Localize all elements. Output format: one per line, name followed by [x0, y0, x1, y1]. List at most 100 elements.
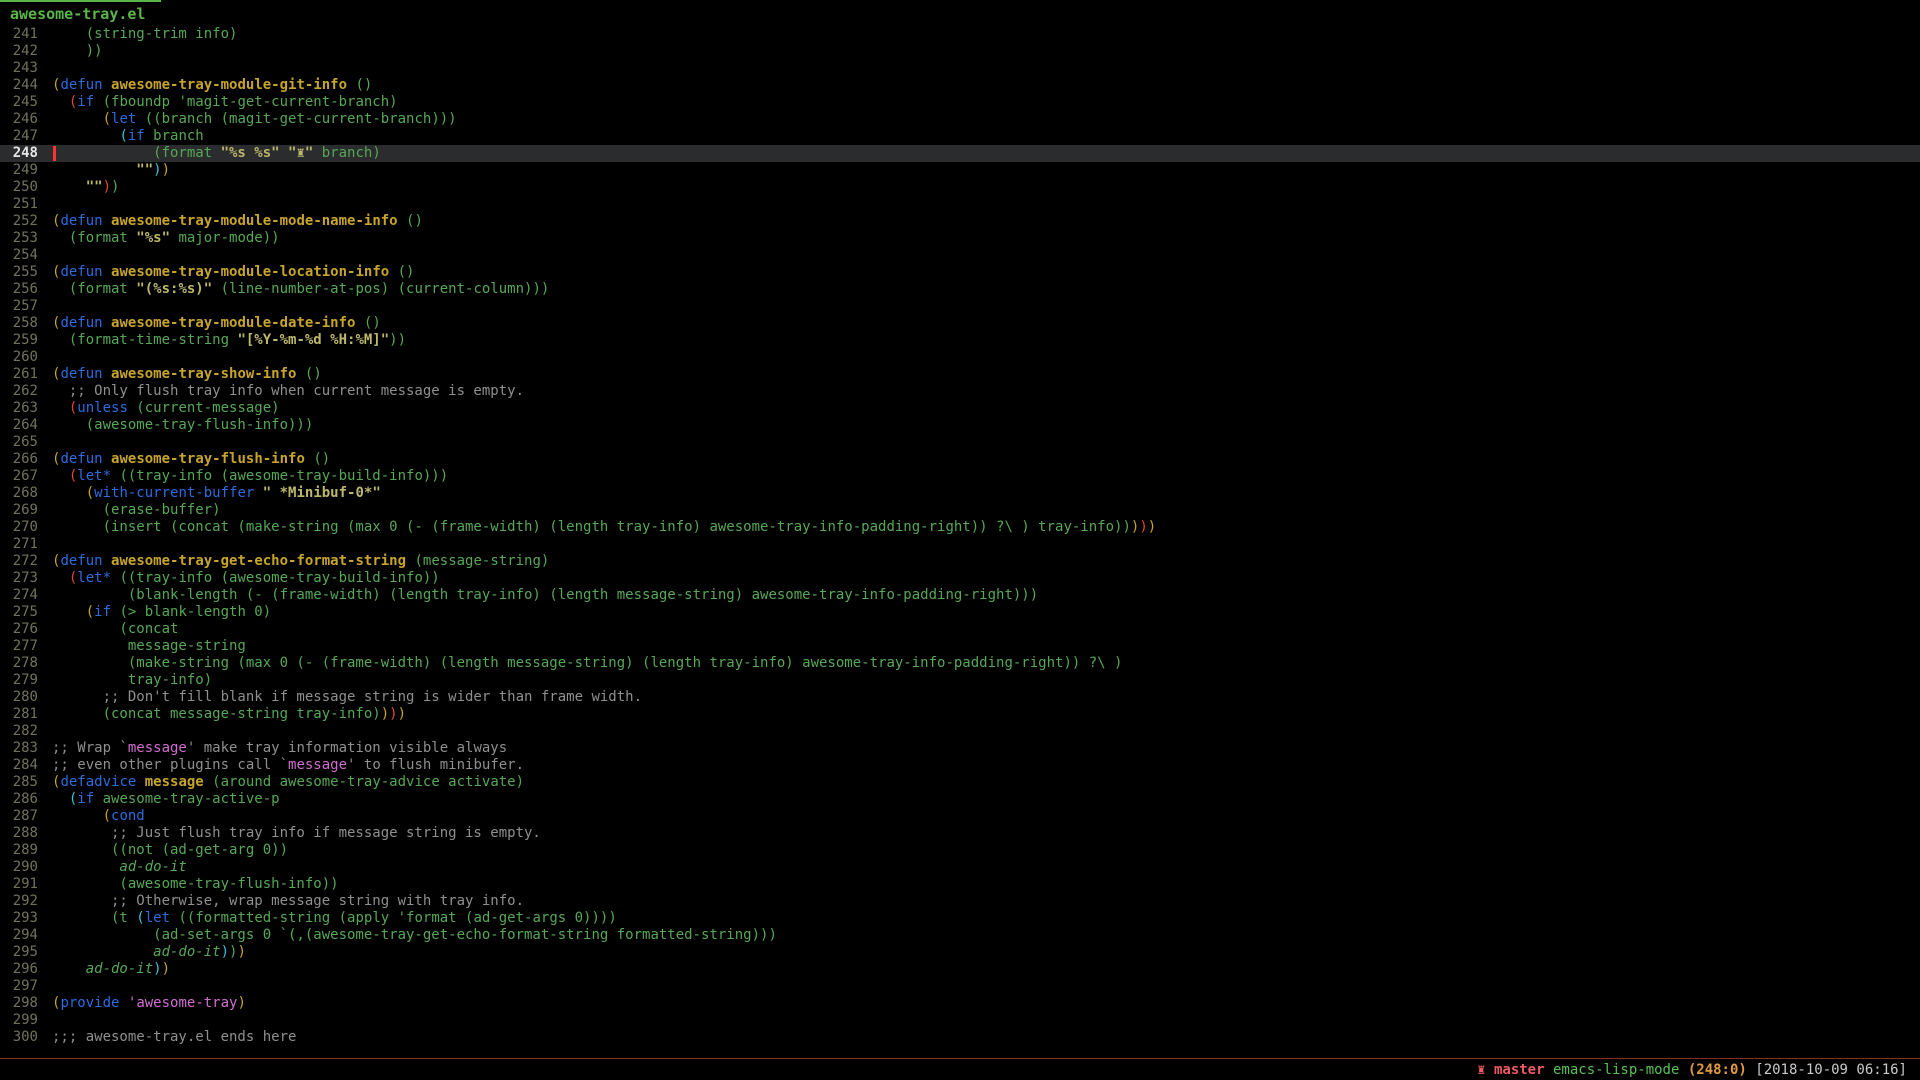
code-line[interactable]: 298(provide 'awesome-tray) [0, 995, 1920, 1012]
code-line[interactable]: 294 (ad-set-args 0 `(,(awesome-tray-get-… [0, 927, 1920, 944]
code-line[interactable]: 253 (format "%s" major-mode)) [0, 230, 1920, 247]
code-line[interactable]: 247 (if branch [0, 128, 1920, 145]
code-line[interactable]: 288 ;; Just flush tray info if message s… [0, 825, 1920, 842]
line-number: 248 [0, 145, 52, 162]
code-line[interactable]: 273 (let* ((tray-info (awesome-tray-buil… [0, 570, 1920, 587]
line-number: 246 [0, 111, 52, 128]
line-number: 244 [0, 77, 52, 94]
code-line[interactable]: 251 [0, 196, 1920, 213]
line-number: 250 [0, 179, 52, 196]
line-number: 297 [0, 978, 52, 995]
line-number: 247 [0, 128, 52, 145]
code-line[interactable]: 259 (format-time-string "[%Y-%m-%d %H:%M… [0, 332, 1920, 349]
code-line[interactable]: 249 "")) [0, 162, 1920, 179]
code-line[interactable]: 255(defun awesome-tray-module-location-i… [0, 264, 1920, 281]
line-number: 264 [0, 417, 52, 434]
code-line[interactable]: 260 [0, 349, 1920, 366]
code-text: (unless (current-message) [52, 400, 280, 417]
line-number: 267 [0, 468, 52, 485]
line-number: 277 [0, 638, 52, 655]
code-line[interactable]: 296 ad-do-it)) [0, 961, 1920, 978]
code-line[interactable]: 243 [0, 60, 1920, 77]
code-text: ad-do-it))) [52, 944, 246, 961]
code-line[interactable]: 275 (if (> blank-length 0) [0, 604, 1920, 621]
code-text: (ad-set-args 0 `(,(awesome-tray-get-echo… [52, 927, 777, 944]
code-text: (defun awesome-tray-show-info () [52, 366, 322, 383]
code-text: ;; Wrap `message' make tray information … [52, 740, 507, 757]
code-line[interactable]: 282 [0, 723, 1920, 740]
code-line[interactable]: 270 (insert (concat (make-string (max 0 … [0, 519, 1920, 536]
tab-bar: awesome-tray.el [0, 0, 1920, 26]
code-line[interactable]: 271 [0, 536, 1920, 553]
line-number: 255 [0, 264, 52, 281]
code-line[interactable]: 292 ;; Otherwise, wrap message string wi… [0, 893, 1920, 910]
code-line[interactable]: 276 (concat [0, 621, 1920, 638]
line-number: 253 [0, 230, 52, 247]
code-line[interactable]: 289 ((not (ad-get-arg 0)) [0, 842, 1920, 859]
code-line[interactable]: 293 (t (let ((formatted-string (apply 'f… [0, 910, 1920, 927]
code-line[interactable]: 279 tray-info) [0, 672, 1920, 689]
code-line[interactable]: 244(defun awesome-tray-module-git-info (… [0, 77, 1920, 94]
code-line[interactable]: 267 (let* ((tray-info (awesome-tray-buil… [0, 468, 1920, 485]
code-line[interactable]: 278 (make-string (max 0 (- (frame-width)… [0, 655, 1920, 672]
code-line[interactable]: 290 ad-do-it [0, 859, 1920, 876]
code-text: (make-string (max 0 (- (frame-width) (le… [52, 655, 1122, 672]
code-text: ad-do-it [52, 859, 187, 876]
code-line[interactable]: 286 (if awesome-tray-active-p [0, 791, 1920, 808]
line-number: 284 [0, 757, 52, 774]
line-number: 296 [0, 961, 52, 978]
code-line[interactable]: 300;;; awesome-tray.el ends here [0, 1029, 1920, 1046]
code-text: (cond [52, 808, 145, 825]
code-line[interactable]: 262 ;; Only flush tray info when current… [0, 383, 1920, 400]
code-text: (defun awesome-tray-module-mode-name-inf… [52, 213, 423, 230]
code-line[interactable]: 256 (format "(%s:%s)" (line-number-at-po… [0, 281, 1920, 298]
code-line[interactable]: 264 (awesome-tray-flush-info))) [0, 417, 1920, 434]
line-number: 259 [0, 332, 52, 349]
code-line[interactable]: 263 (unless (current-message) [0, 400, 1920, 417]
code-line[interactable]: 291 (awesome-tray-flush-info)) [0, 876, 1920, 893]
code-line[interactable]: 280 ;; Don't fill blank if message strin… [0, 689, 1920, 706]
code-line[interactable]: 295 ad-do-it))) [0, 944, 1920, 961]
code-line[interactable]: 285(defadvice message (around awesome-tr… [0, 774, 1920, 791]
line-number: 262 [0, 383, 52, 400]
code-line[interactable]: 281 (concat message-string tray-info)))) [0, 706, 1920, 723]
code-line[interactable]: 257 [0, 298, 1920, 315]
code-line[interactable]: 268 (with-current-buffer " *Minibuf-0*" [0, 485, 1920, 502]
code-line[interactable]: 277 message-string [0, 638, 1920, 655]
line-number: 300 [0, 1029, 52, 1046]
buffer-tab-awesome-tray[interactable]: awesome-tray.el [0, 0, 161, 26]
code-editor[interactable]: 241 (string-trim info)242 ))243244(defun… [0, 26, 1920, 1046]
code-text: )) [52, 43, 103, 60]
code-line[interactable]: 242 )) [0, 43, 1920, 60]
code-line[interactable]: 266(defun awesome-tray-flush-info () [0, 451, 1920, 468]
code-line[interactable]: 272(defun awesome-tray-get-echo-format-s… [0, 553, 1920, 570]
line-number: 280 [0, 689, 52, 706]
line-number: 242 [0, 43, 52, 60]
code-line[interactable]: 297 [0, 978, 1920, 995]
code-text: (string-trim info) [52, 26, 237, 43]
code-line[interactable]: 248 (format "%s %s" "♜" branch) [0, 145, 1920, 162]
code-line[interactable]: 246 (let ((branch (magit-get-current-bra… [0, 111, 1920, 128]
code-text: (defun awesome-tray-module-location-info… [52, 264, 414, 281]
code-line[interactable]: 283;; Wrap `message' make tray informati… [0, 740, 1920, 757]
code-text: (concat [52, 621, 178, 638]
code-text: (provide 'awesome-tray) [52, 995, 246, 1012]
code-line[interactable]: 258(defun awesome-tray-module-date-info … [0, 315, 1920, 332]
code-line[interactable]: 284;; even other plugins call `message' … [0, 757, 1920, 774]
code-line[interactable]: 287 (cond [0, 808, 1920, 825]
code-line[interactable]: 245 (if (fboundp 'magit-get-current-bran… [0, 94, 1920, 111]
line-number: 282 [0, 723, 52, 740]
code-text: ad-do-it)) [52, 961, 170, 978]
code-line[interactable]: 269 (erase-buffer) [0, 502, 1920, 519]
code-line[interactable]: 250 "")) [0, 179, 1920, 196]
code-line[interactable]: 241 (string-trim info) [0, 26, 1920, 43]
awesome-tray-echo-area: ♜ master emacs-lisp-mode (248:0) [2018-1… [0, 1058, 1920, 1080]
code-line[interactable]: 261(defun awesome-tray-show-info () [0, 366, 1920, 383]
code-line[interactable]: 254 [0, 247, 1920, 264]
line-number: 275 [0, 604, 52, 621]
code-line[interactable]: 265 [0, 434, 1920, 451]
code-line[interactable]: 299 [0, 1012, 1920, 1029]
code-text: "")) [52, 179, 119, 196]
code-line[interactable]: 274 (blank-length (- (frame-width) (leng… [0, 587, 1920, 604]
code-line[interactable]: 252(defun awesome-tray-module-mode-name-… [0, 213, 1920, 230]
